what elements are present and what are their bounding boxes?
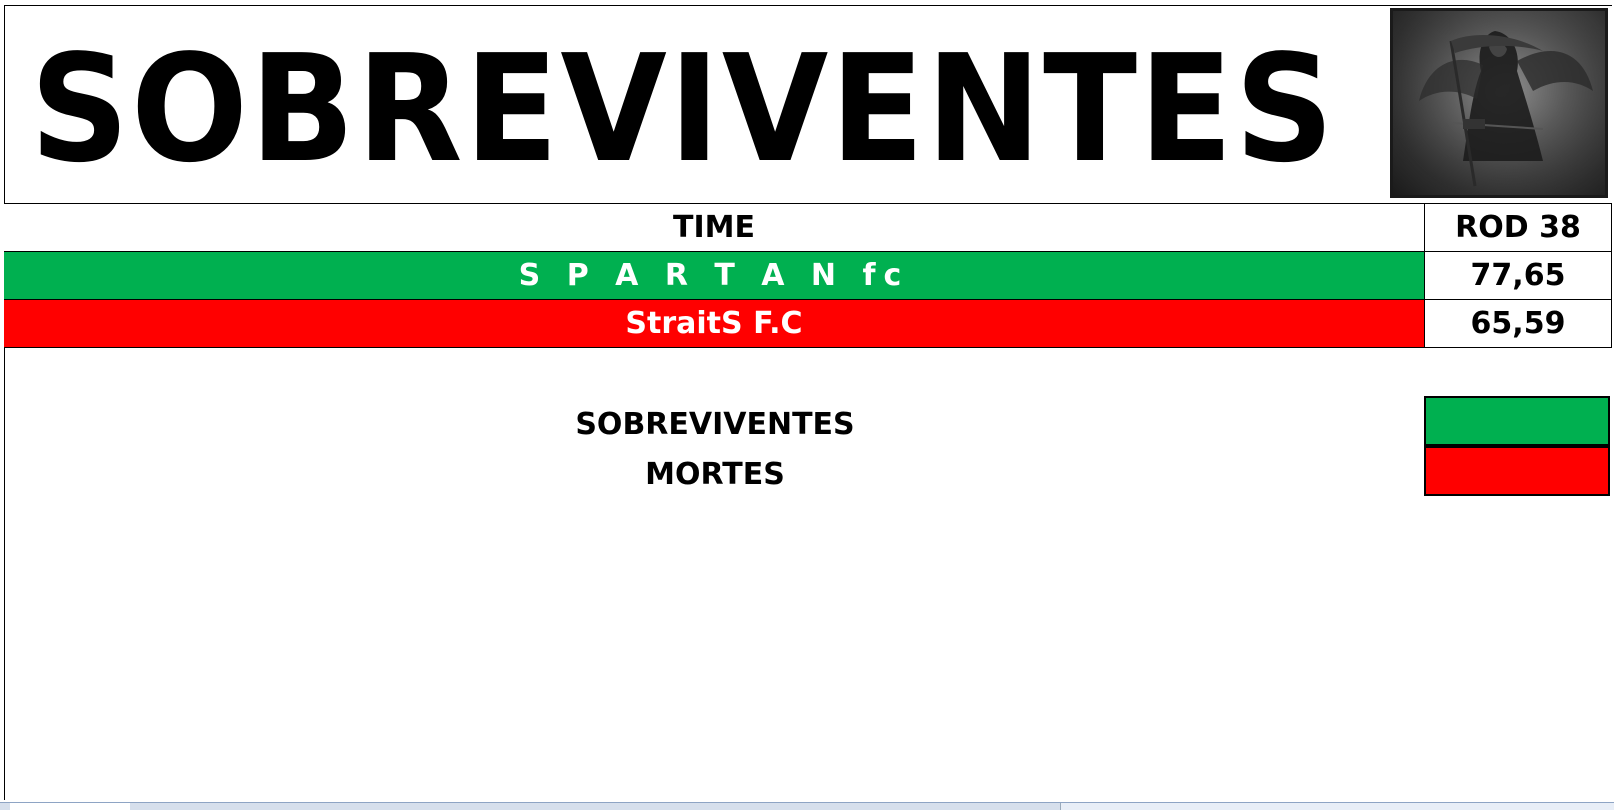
team-name-cell[interactable]: S P A R T A N fc xyxy=(4,252,1425,299)
spreadsheet-sheet: SOBREVIVENTES TIME ROD 38 S P A R T A N … xyxy=(0,0,1614,810)
table-row: S P A R T A N fc 77,65 xyxy=(4,252,1612,300)
table-row: StraitS F.C 65,59 xyxy=(4,300,1612,348)
page-title: SOBREVIVENTES xyxy=(30,23,1336,195)
survivors-table: TIME ROD 38 S P A R T A N fc 77,65 Strai… xyxy=(4,204,1612,348)
score-cell[interactable]: 77,65 xyxy=(1425,252,1612,299)
team-name-cell[interactable]: StraitS F.C xyxy=(4,300,1425,347)
table-header-row: TIME ROD 38 xyxy=(4,204,1612,252)
legend: SOBREVIVENTES MORTES xyxy=(500,400,930,500)
grim-reaper-image xyxy=(1390,8,1608,198)
legend-swatch-survivors[interactable] xyxy=(1424,396,1610,446)
score-cell[interactable]: 65,59 xyxy=(1425,300,1612,347)
legend-swatch-deaths[interactable] xyxy=(1424,446,1610,496)
legend-label-deaths[interactable]: MORTES xyxy=(500,450,930,500)
column-header-round[interactable]: ROD 38 xyxy=(1425,204,1612,251)
column-header-team[interactable]: TIME xyxy=(4,204,1425,251)
legend-label-survivors[interactable]: SOBREVIVENTES xyxy=(500,400,930,450)
